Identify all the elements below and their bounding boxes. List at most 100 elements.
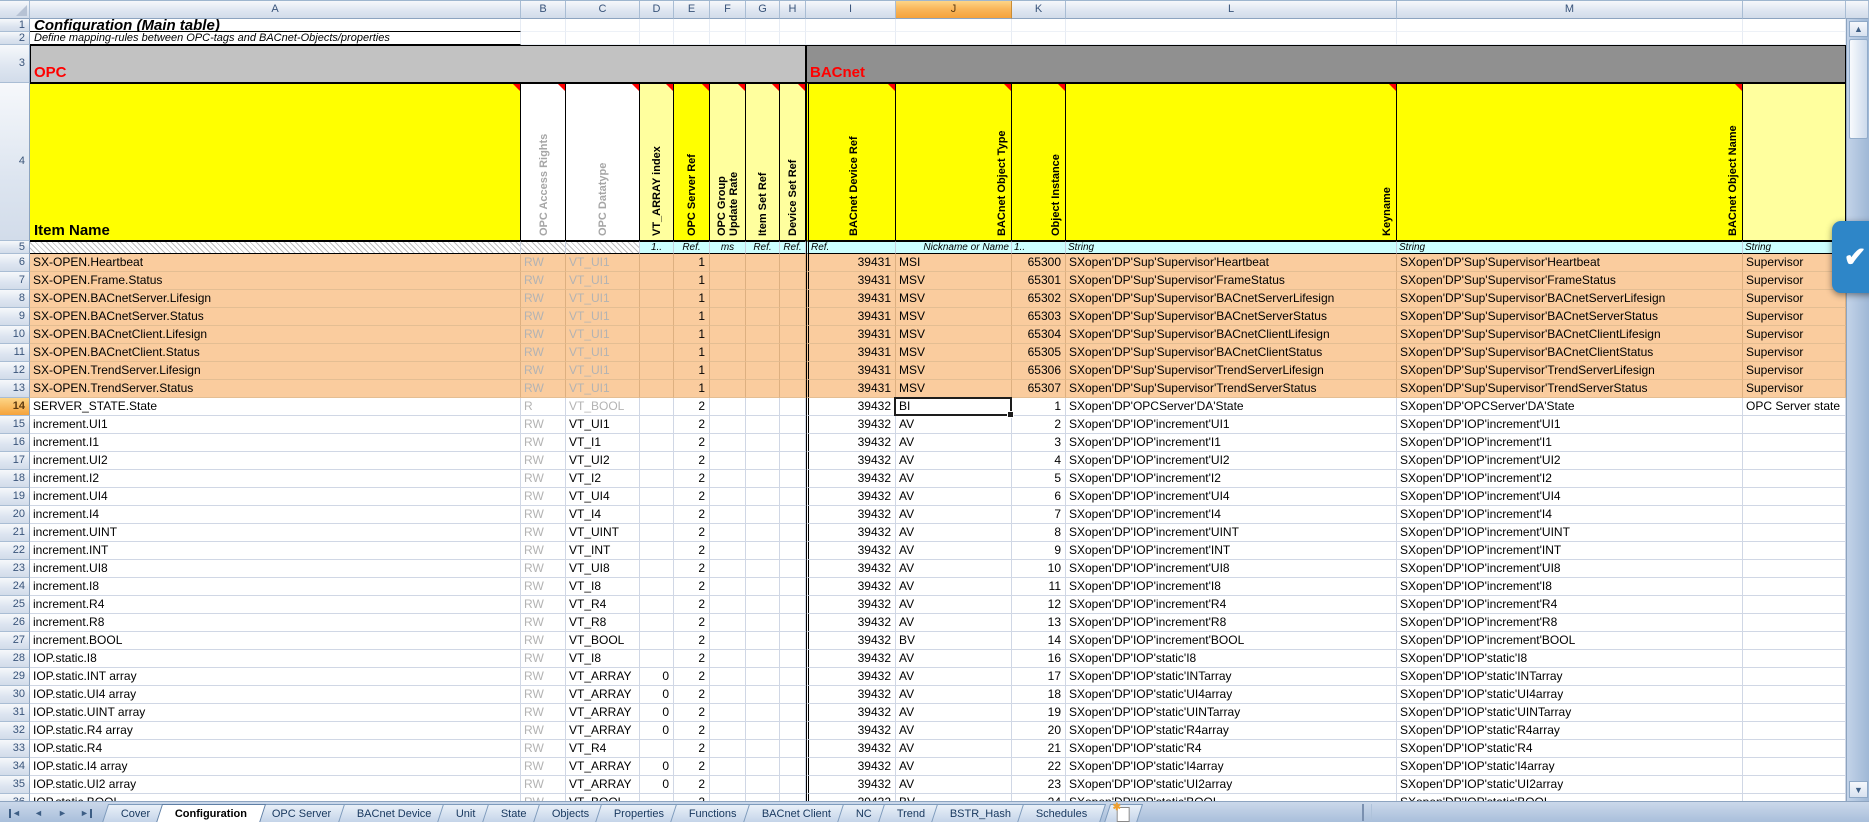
bacnet-object-name-cell[interactable]: SXopen'DP'Sup'Supervisor'BACnetClientLif… [1397, 326, 1743, 344]
row-header-9[interactable]: 9 [0, 308, 30, 326]
device-set-ref-cell[interactable] [780, 650, 806, 668]
bacnet-object-name-cell[interactable]: SXopen'DP'IOP'increment'UINT [1397, 524, 1743, 542]
opc-server-ref-cell[interactable]: 2 [674, 686, 710, 704]
item-set-ref-cell[interactable] [746, 470, 780, 488]
opc-group-update-rate-cell[interactable] [710, 308, 746, 326]
vt-array-index-cell[interactable] [640, 650, 674, 668]
row-header-34[interactable]: 34 [0, 758, 30, 776]
opc-server-ref-cell[interactable]: 2 [674, 506, 710, 524]
bacnet-object-name-cell[interactable]: SXopen'DP'IOP'increment'UI8 [1397, 560, 1743, 578]
vt-array-index-cell[interactable] [640, 380, 674, 398]
device-set-ref-cell[interactable] [780, 398, 806, 416]
opc-group-update-rate-cell[interactable] [710, 704, 746, 722]
opc-datatype-cell[interactable]: VT_UI1 [566, 344, 640, 362]
bacnet-name-cell[interactable]: Supervisor [1743, 272, 1846, 290]
item-name-cell[interactable]: increment.BOOL [30, 632, 521, 650]
item-set-ref-cell[interactable] [746, 686, 780, 704]
device-set-ref-cell[interactable] [780, 488, 806, 506]
keyname-cell[interactable]: SXopen'DP'Sup'Supervisor'FrameStatus [1066, 272, 1397, 290]
tab-configuration[interactable]: Configuration [156, 804, 266, 822]
opc-access-rights-cell[interactable]: RW [521, 524, 566, 542]
opc-datatype-cell[interactable]: VT_UI2 [566, 452, 640, 470]
opc-group-update-rate-cell[interactable] [710, 362, 746, 380]
vertical-scroll-thumb[interactable] [1849, 39, 1868, 139]
opc-access-rights-cell[interactable]: RW [521, 578, 566, 596]
item-name-cell[interactable]: increment.UI4 [30, 488, 521, 506]
opc-server-ref-cell[interactable]: 2 [674, 542, 710, 560]
keyname-cell[interactable]: SXopen'DP'IOP'static'I4array [1066, 758, 1397, 776]
opc-datatype-cell[interactable]: VT_UI1 [566, 272, 640, 290]
bacnet-device-ref-cell[interactable]: 39432 [806, 506, 896, 524]
device-set-ref-cell[interactable] [780, 542, 806, 560]
opc-access-rights-cell[interactable]: RW [521, 776, 566, 794]
bacnet-object-name-cell[interactable]: SXopen'DP'IOP'increment'I4 [1397, 506, 1743, 524]
field-header-L[interactable]: Keyname [1066, 83, 1397, 241]
opc-datatype-cell[interactable]: VT_I1 [566, 434, 640, 452]
opc-datatype-cell[interactable]: VT_UI4 [566, 488, 640, 506]
object-instance-cell[interactable]: 65304 [1012, 326, 1066, 344]
bacnet-device-ref-cell[interactable]: 39432 [806, 434, 896, 452]
item-name-cell[interactable]: increment.UI1 [30, 416, 521, 434]
object-instance-cell[interactable]: 23 [1012, 776, 1066, 794]
opc-server-ref-cell[interactable]: 2 [674, 560, 710, 578]
keyname-cell[interactable]: SXopen'DP'IOP'increment'UI4 [1066, 488, 1397, 506]
item-set-ref-cell[interactable] [746, 272, 780, 290]
opc-datatype-cell[interactable]: VT_BOOL [566, 794, 640, 801]
opc-access-rights-cell[interactable]: RW [521, 740, 566, 758]
keyname-cell[interactable]: SXopen'DP'Sup'Supervisor'BACnetServerSta… [1066, 308, 1397, 326]
bacnet-object-name-cell[interactable]: SXopen'DP'IOP'static'UINTarray [1397, 704, 1743, 722]
row-header-11[interactable]: 11 [0, 344, 30, 362]
keyname-cell[interactable]: SXopen'DP'Sup'Supervisor'BACnetServerLif… [1066, 290, 1397, 308]
item-set-ref-cell[interactable] [746, 362, 780, 380]
opc-group-update-rate-cell[interactable] [710, 560, 746, 578]
opc-group-update-rate-cell[interactable] [710, 614, 746, 632]
opc-datatype-cell[interactable]: VT_I8 [566, 650, 640, 668]
opc-access-rights-cell[interactable]: RW [521, 272, 566, 290]
item-name-cell[interactable]: increment.UI8 [30, 560, 521, 578]
bacnet-object-name-cell[interactable]: SXopen'DP'IOP'increment'I1 [1397, 434, 1743, 452]
row-header-17[interactable]: 17 [0, 452, 30, 470]
opc-server-ref-cell[interactable]: 2 [674, 668, 710, 686]
opc-group-update-rate-cell[interactable] [710, 542, 746, 560]
insert-worksheet-tab[interactable]: ✱ [1103, 804, 1142, 822]
bacnet-device-ref-cell[interactable]: 39432 [806, 722, 896, 740]
opc-group-update-rate-cell[interactable] [710, 596, 746, 614]
vt-array-index-cell[interactable] [640, 542, 674, 560]
bacnet-object-type-cell[interactable]: MSV [896, 362, 1012, 380]
row-header-28[interactable]: 28 [0, 650, 30, 668]
opc-datatype-cell[interactable]: VT_ARRAY [566, 776, 640, 794]
bacnet-device-ref-cell[interactable]: 39432 [806, 740, 896, 758]
row-header-30[interactable]: 30 [0, 686, 30, 704]
item-set-ref-cell[interactable] [746, 452, 780, 470]
vt-array-index-cell[interactable] [640, 416, 674, 434]
opc-datatype-cell[interactable]: VT_UI1 [566, 416, 640, 434]
opc-server-ref-cell[interactable]: 2 [674, 452, 710, 470]
bacnet-name-cell[interactable] [1743, 686, 1846, 704]
bacnet-device-ref-cell[interactable]: 39431 [806, 362, 896, 380]
bacnet-device-ref-cell[interactable]: 39431 [806, 380, 896, 398]
keyname-cell[interactable]: SXopen'DP'IOP'increment'R4 [1066, 596, 1397, 614]
object-instance-cell[interactable]: 17 [1012, 668, 1066, 686]
bacnet-object-type-cell[interactable]: AV [896, 596, 1012, 614]
opc-access-rights-cell[interactable]: RW [521, 254, 566, 272]
bacnet-object-name-cell[interactable]: SXopen'DP'Sup'Supervisor'BACnetServerSta… [1397, 308, 1743, 326]
opc-datatype-cell[interactable]: VT_INT [566, 542, 640, 560]
row-header-29[interactable]: 29 [0, 668, 30, 686]
bacnet-device-ref-cell[interactable]: 39432 [806, 596, 896, 614]
keyname-cell[interactable]: SXopen'DP'Sup'Supervisor'BACnetClientLif… [1066, 326, 1397, 344]
bacnet-name-cell[interactable] [1743, 524, 1846, 542]
opc-access-rights-cell[interactable]: RW [521, 344, 566, 362]
bacnet-object-name-cell[interactable]: SXopen'DP'Sup'Supervisor'BACnetServerLif… [1397, 290, 1743, 308]
device-set-ref-cell[interactable] [780, 272, 806, 290]
keyname-cell[interactable]: SXopen'DP'IOP'increment'UI1 [1066, 416, 1397, 434]
device-set-ref-cell[interactable] [780, 740, 806, 758]
opc-group-update-rate-cell[interactable] [710, 488, 746, 506]
device-set-ref-cell[interactable] [780, 686, 806, 704]
opc-access-rights-cell[interactable]: RW [521, 380, 566, 398]
item-name-cell[interactable]: increment.I4 [30, 506, 521, 524]
item-name-cell[interactable]: increment.I1 [30, 434, 521, 452]
bacnet-object-type-cell[interactable]: AV [896, 776, 1012, 794]
keyname-cell[interactable]: SXopen'DP'Sup'Supervisor'BACnetClientSta… [1066, 344, 1397, 362]
vt-array-index-cell[interactable] [640, 308, 674, 326]
bacnet-object-name-cell[interactable]: SXopen'DP'OPCServer'DA'State [1397, 398, 1743, 416]
